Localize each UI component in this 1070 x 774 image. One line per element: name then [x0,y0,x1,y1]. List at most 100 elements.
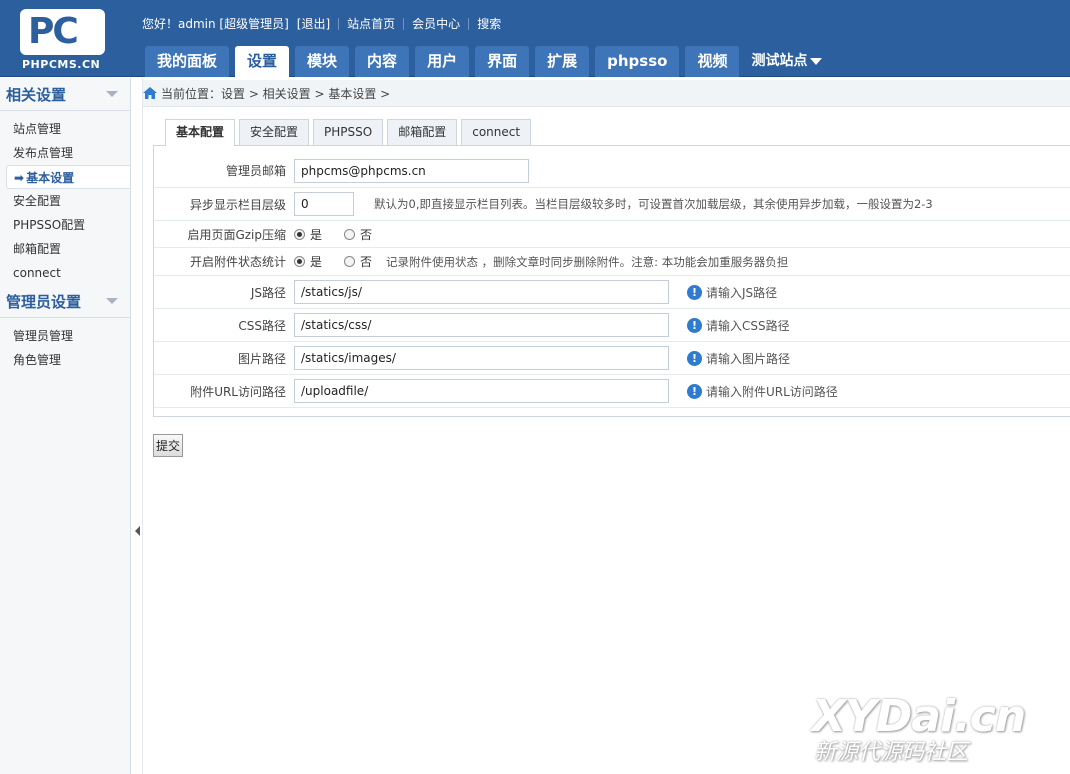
form-row-image-path: 图片路径 ! 请输入图片路径 [154,342,1070,375]
field-label: 异步显示栏目层级 [189,197,286,212]
field-label: 启用页面Gzip压缩 [187,227,286,242]
sidebar-item-connect[interactable]: connect [0,261,130,285]
radio-label: 否 [360,227,373,242]
form-row-upload-url: 附件URL访问路径 ! 请输入附件URL访问路径 [154,375,1070,408]
divider [403,17,405,30]
field-label: 开启附件状态统计 [189,255,286,269]
sidebar-item-role-management[interactable]: 角色管理 [0,348,130,372]
info-icon: ! [687,284,702,300]
sidebar-item-phpsso[interactable]: PHPSSO配置 [0,213,130,237]
tab-extensions[interactable]: 扩展 [535,46,590,77]
settings-subtabs: 基本配置 安全配置 PHPSSO 邮箱配置 connect [165,119,535,146]
subtab-basic[interactable]: 基本配置 [165,119,236,146]
tab-phpsso[interactable]: phpsso [595,46,680,77]
logo-mark-text: PC [28,11,79,52]
tip-text: 请输入JS路径 [706,285,778,300]
logo[interactable]: PC PHPCMS.CN [0,0,130,77]
sidebar: 相关设置 站点管理 发布点管理 ➡ 基本设置 安全配置 PHPSSO配置 邮箱配置… [0,78,131,774]
tab-interface[interactable]: 界面 [475,46,530,77]
radio-dot [344,228,356,240]
info-icon: ! [687,350,702,366]
subtab-email[interactable]: 邮箱配置 [387,119,458,145]
member-center-link[interactable]: 会员中心 [412,15,460,32]
radio-label: 否 [360,255,373,269]
main-nav: 我的面板 设置 模块 内容 用户 界面 扩展 phpsso 视频 测试站点 [145,46,823,77]
tip-text: 请输入附件URL访问路径 [706,384,838,399]
info-icon: ! [687,317,702,333]
field-tip: ! 请输入CSS路径 [687,317,790,334]
field-tip: ! 请输入图片路径 [687,350,790,367]
attachment-stat-yes-radio[interactable]: 是 [294,253,322,270]
sidebar-item-label: 基本设置 [26,171,75,185]
sidebar-item-security[interactable]: 安全配置 [0,189,130,213]
sidebar-item-admin-management[interactable]: 管理员管理 [0,324,130,348]
field-tip: ! 请输入JS路径 [687,284,777,301]
sidebar-item-basic-settings[interactable]: ➡ 基本设置 [6,165,130,189]
sidebar-group-related-settings[interactable]: 相关设置 [0,78,130,111]
tab-video[interactable]: 视频 [685,46,740,77]
field-label: JS路径 [250,285,286,300]
logout-link[interactable]: [退出] [297,15,330,32]
gzip-no-radio[interactable]: 否 [344,226,372,243]
field-label: 管理员邮箱 [225,164,286,178]
image-path-input[interactable] [294,346,669,370]
radio-label: 是 [310,255,323,269]
field-hint: 记录附件使用状态 ，删除文章时同步删除附件。注意: 本功能会加重服务器负担 [386,254,789,269]
sidebar-item-publish-points[interactable]: 发布点管理 [0,141,130,165]
greeting-text: 您好！admin [超级管理员] [142,17,289,31]
tip-text: 请输入图片路径 [706,351,791,366]
watermark: XYDai.cn 新源代源码社区 [812,694,1032,766]
submit-button[interactable]: 提交 [153,434,184,457]
subtab-phpsso[interactable]: PHPSSO [313,119,384,145]
logo-mark: PC [20,9,105,55]
form-row-gzip: 启用页面Gzip压缩 是 否 [154,221,1070,248]
collapse-left-icon[interactable] [135,526,140,536]
breadcrumb-text: 当前位置：设置 > 相关设置 > 基本设置 > [161,86,391,101]
field-tip: ! 请输入附件URL访问路径 [687,383,838,400]
field-label: CSS路径 [238,318,286,333]
tip-text: 请输入CSS路径 [706,318,790,333]
settings-form: 管理员邮箱 异步显示栏目层级 默认为0,即直接显示栏目列表。当栏目层级较多时，可… [153,145,1070,417]
collapse-triangle-icon [106,298,118,304]
admin-email-input[interactable] [294,158,529,183]
home-icon [143,87,157,99]
gzip-yes-radio[interactable]: 是 [294,226,322,243]
caret-down-icon [810,57,823,65]
watermark-line1: XYDai.cn [812,691,1026,742]
search-link[interactable]: 搜索 [477,15,501,32]
divider [468,17,470,30]
divider [338,17,340,30]
js-path-input[interactable] [294,280,669,304]
attachment-stat-no-radio[interactable]: 否 [344,253,372,270]
sidebar-toggle-bar[interactable] [131,78,143,774]
site-selector-label: 测试站点 [751,53,808,69]
tab-users[interactable]: 用户 [415,46,470,77]
info-icon: ! [687,383,702,399]
arrow-right-icon: ➡ [14,171,25,185]
upload-url-input[interactable] [294,379,669,403]
form-row-category-level: 异步显示栏目层级 默认为0,即直接显示栏目列表。当栏目层级较多时，可设置首次加载… [154,188,1070,221]
sidebar-item-site-management[interactable]: 站点管理 [0,117,130,141]
site-home-link[interactable]: 站点首页 [347,15,395,32]
site-selector[interactable]: 测试站点 [751,46,823,77]
sidebar-group-title: 管理员设置 [6,292,82,311]
subtab-security[interactable]: 安全配置 [239,119,310,145]
radio-label: 是 [310,227,323,242]
watermark-line2: 新源代源码社区 [814,740,969,765]
form-row-attachment-stat: 开启附件状态统计 是 否 记录附件使用状态 ，删除文章时同步删除附件。注意: 本… [154,248,1070,276]
field-hint: 默认为0,即直接显示栏目列表。当栏目层级较多时，可设置首次加载层级，其余使用异步… [374,197,933,211]
category-level-input[interactable] [294,192,354,216]
tab-dashboard[interactable]: 我的面板 [145,46,230,77]
tab-modules[interactable]: 模块 [295,46,350,77]
field-label: 图片路径 [237,351,286,366]
field-label: 附件URL访问路径 [190,384,286,399]
subtab-connect[interactable]: connect [461,119,532,145]
sidebar-group-admin-settings[interactable]: 管理员设置 [0,285,130,318]
radio-dot [294,256,305,267]
radio-dot [344,256,356,267]
sidebar-item-email[interactable]: 邮箱配置 [0,237,130,261]
sidebar-group-title: 相关设置 [6,85,67,104]
css-path-input[interactable] [294,313,669,337]
tab-settings[interactable]: 设置 [235,46,290,77]
tab-content[interactable]: 内容 [355,46,410,77]
